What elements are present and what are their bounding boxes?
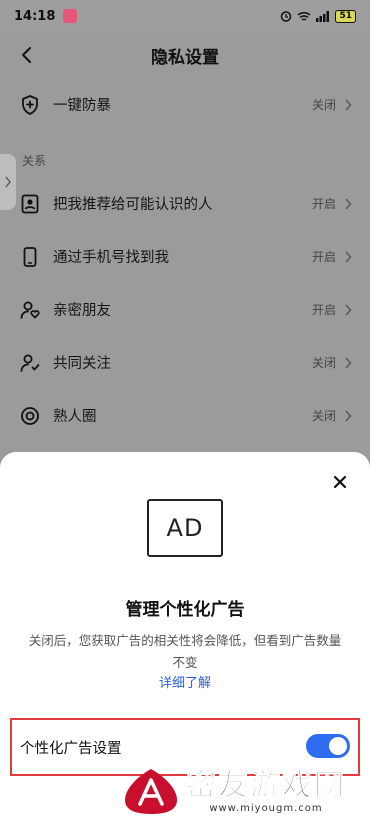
chevron-right-icon xyxy=(345,410,352,421)
wifi-icon xyxy=(297,11,311,21)
page-header: 隐私设置 xyxy=(0,32,370,78)
app-notification-icon xyxy=(63,9,78,23)
status-bar: 14:18 51 xyxy=(0,0,370,32)
close-friend-icon xyxy=(20,300,40,320)
setting-label: 通过手机号找到我 xyxy=(53,250,169,266)
switch-knob xyxy=(329,737,347,755)
setting-value: 开启 xyxy=(311,250,336,264)
mutual-follow-icon xyxy=(20,353,40,373)
phone-icon xyxy=(20,246,40,267)
setting-label: 熟人圈 xyxy=(53,409,97,425)
contact-card-icon xyxy=(20,194,40,214)
alarm-icon xyxy=(281,11,292,22)
setting-row-anti-harassment[interactable]: 一键防暴 关闭 xyxy=(0,78,370,131)
close-icon[interactable] xyxy=(332,474,348,490)
chevron-right-icon xyxy=(5,176,11,188)
setting-row-acquaintance-circle[interactable]: 熟人圈 关闭 xyxy=(0,389,370,442)
setting-value: 关闭 xyxy=(311,356,336,370)
page-title: 隐私设置 xyxy=(151,47,219,68)
setting-value: 关闭 xyxy=(311,409,336,423)
setting-row-find-by-phone[interactable]: 通过手机号找到我 开启 xyxy=(0,230,370,283)
chevron-right-icon xyxy=(345,99,352,110)
setting-row-close-friends[interactable]: 亲密朋友 开启 xyxy=(0,283,370,336)
circle-icon xyxy=(20,406,40,426)
setting-value: 关闭 xyxy=(311,98,336,112)
ad-illustration: AD xyxy=(147,499,223,557)
setting-label: 亲密朋友 xyxy=(53,303,111,319)
setting-value: 开启 xyxy=(311,197,336,211)
chevron-right-icon xyxy=(345,251,352,262)
setting-row-mutual-follow[interactable]: 共同关注 关闭 xyxy=(0,336,370,389)
setting-label: 一键防暴 xyxy=(53,98,111,114)
chevron-right-icon xyxy=(345,304,352,315)
section-label-relations: 关系 xyxy=(22,154,47,168)
signal-icon xyxy=(316,10,330,22)
watermark-title: 密友游戏网 xyxy=(186,767,346,803)
watermark-url: www.miyougm.com xyxy=(209,802,323,814)
sheet-description: 关闭后，您获取广告的相关性将会降低，但看到广告数量不变 xyxy=(28,633,342,670)
setting-row-recommend-me[interactable]: 把我推荐给可能认识的人 开启 xyxy=(0,177,370,230)
battery-indicator: 51 xyxy=(335,9,356,23)
chevron-right-icon xyxy=(345,357,352,368)
settings-list: 一键防暴 关闭 关系 把我推荐给可能认识的人 开启 通过手机号找到我 开启 亲密… xyxy=(0,78,370,442)
site-watermark: 密友游戏网 www.miyougm.com xyxy=(122,760,370,822)
watermark-text: 密友游戏网 www.miyougm.com xyxy=(186,767,346,814)
learn-more-link[interactable]: 详细了解 xyxy=(0,672,370,691)
watermark-logo-icon xyxy=(125,769,177,814)
side-drawer-handle[interactable] xyxy=(0,154,16,210)
setting-value: 开启 xyxy=(311,303,336,317)
sheet-title: 管理个性化广告 xyxy=(125,600,245,620)
setting-label: 共同关注 xyxy=(53,356,111,372)
status-indicators: 51 xyxy=(280,9,356,23)
chevron-right-icon xyxy=(345,198,352,209)
back-arrow-icon[interactable] xyxy=(18,45,36,65)
status-time: 14:18 xyxy=(14,8,56,24)
setting-label: 把我推荐给可能认识的人 xyxy=(53,197,213,213)
toggle-label: 个性化广告设置 xyxy=(20,740,122,757)
personalized-ads-switch[interactable] xyxy=(306,734,350,758)
shield-plus-icon xyxy=(20,94,40,115)
